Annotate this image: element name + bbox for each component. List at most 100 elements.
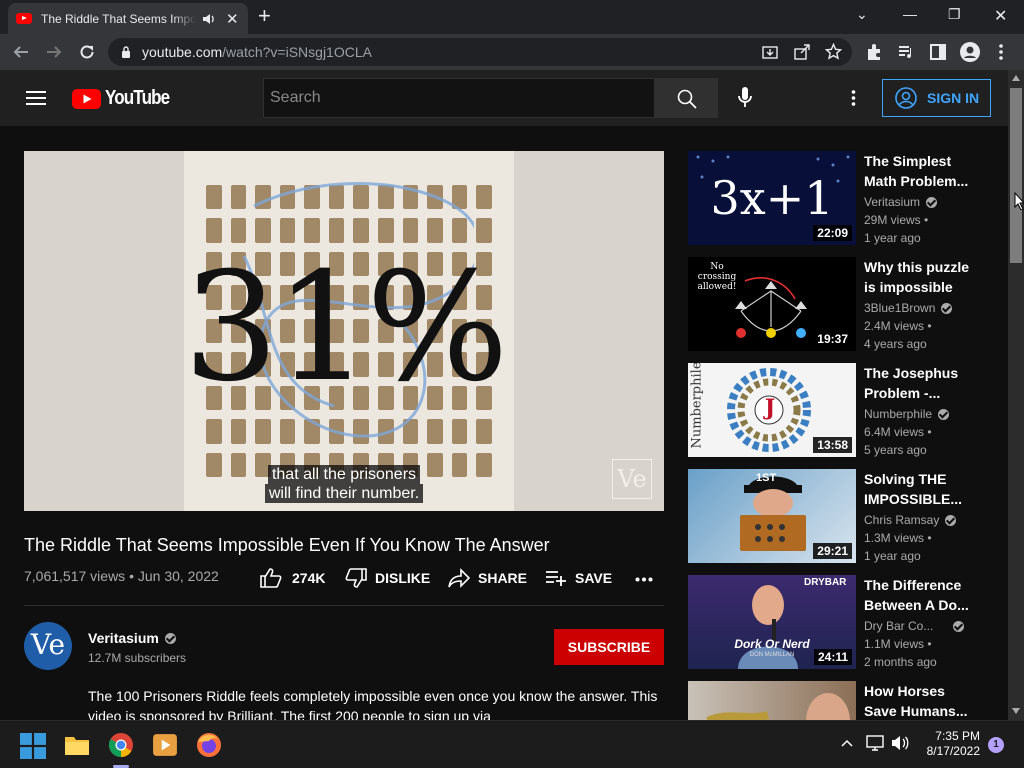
save-button[interactable]: SAVE bbox=[545, 568, 612, 588]
youtube-header: YouTube Search SIGN IN bbox=[0, 70, 1008, 126]
lock-icon[interactable] bbox=[121, 46, 131, 58]
related-video[interactable]: No crossing allowed! 19:37 Why this puzz… bbox=[688, 257, 998, 353]
sign-in-label: SIGN IN bbox=[927, 90, 980, 106]
minimize-button[interactable]: — bbox=[903, 6, 917, 22]
related-video[interactable]: 3x+1 22:09 The Simplest Math Problem... … bbox=[688, 151, 998, 247]
related-age: 4 years ago bbox=[864, 337, 927, 351]
related-channel-name: Veritasium bbox=[864, 195, 921, 209]
restore-button[interactable]: ❐ bbox=[948, 6, 961, 23]
notification-badge[interactable]: 1 bbox=[988, 737, 1004, 753]
related-title: Why this puzzle is impossible bbox=[864, 259, 969, 295]
microphone-icon[interactable] bbox=[737, 86, 753, 110]
page-scrollbar[interactable] bbox=[1008, 70, 1024, 720]
chrome-icon[interactable] bbox=[108, 732, 134, 758]
file-explorer-icon[interactable] bbox=[64, 732, 90, 758]
subscribe-button[interactable]: SUBSCRIBE bbox=[554, 629, 664, 665]
system-clock[interactable]: 7:35 PM 8/17/2022 bbox=[918, 729, 980, 759]
grid-cell bbox=[476, 218, 492, 243]
related-video[interactable]: 1ST 29:21 Solving THE IMPOSSIBLE... Chri… bbox=[688, 469, 998, 565]
related-age: 1 year ago bbox=[864, 549, 921, 563]
thumb-text: Numberphile bbox=[689, 363, 705, 449]
extensions-icon[interactable] bbox=[865, 43, 883, 61]
youtube-logo[interactable]: YouTube bbox=[72, 87, 181, 110]
video-player[interactable]: 31% that all the prisoners will find the… bbox=[24, 151, 664, 511]
mouse-cursor-icon bbox=[1014, 192, 1024, 210]
browser-tab[interactable]: The Riddle That Seems Impossible Even If… bbox=[8, 3, 248, 34]
side-panel-icon[interactable] bbox=[929, 43, 947, 61]
dislike-label: DISLIKE bbox=[375, 570, 431, 586]
related-thumbnail[interactable]: 1ST 29:21 bbox=[688, 469, 856, 563]
channel-watermark[interactable]: Ve bbox=[612, 459, 652, 499]
settings-more-icon[interactable] bbox=[851, 90, 856, 106]
address-bar[interactable]: youtube.com/watch?v=iSNsgj1OCLA bbox=[108, 38, 852, 66]
search-button[interactable] bbox=[655, 78, 718, 118]
show-hidden-icons-icon[interactable] bbox=[841, 739, 853, 747]
youtube-page: YouTube Search SIGN IN 31% that all the … bbox=[0, 70, 1008, 720]
firefox-icon[interactable] bbox=[196, 732, 222, 758]
related-thumbnail[interactable]: DRYBAR Dork Or Nerd DON McMILLAN 24:11 bbox=[688, 575, 856, 669]
channel-name[interactable]: Veritasium bbox=[88, 630, 176, 646]
related-title: How Horses Save Humans... bbox=[864, 683, 968, 719]
back-icon[interactable] bbox=[12, 43, 30, 61]
search-icon bbox=[677, 89, 697, 109]
playlist-add-icon bbox=[546, 571, 566, 586]
share-button[interactable]: SHARE bbox=[448, 568, 527, 588]
youtube-logo-icon bbox=[72, 88, 101, 109]
profile-icon[interactable] bbox=[960, 42, 980, 62]
grid-cell bbox=[476, 185, 492, 210]
related-age: 5 years ago bbox=[864, 443, 927, 457]
related-title: Solving THE IMPOSSIBLE... bbox=[864, 471, 963, 507]
forward-icon[interactable] bbox=[45, 43, 63, 61]
related-thumbnail[interactable] bbox=[688, 681, 856, 720]
related-age: 2 months ago bbox=[864, 655, 937, 669]
install-icon[interactable] bbox=[762, 44, 778, 60]
scrollbar-thumb[interactable] bbox=[1010, 88, 1022, 263]
save-label: SAVE bbox=[575, 570, 613, 586]
caption-line-1: that all the prisoners bbox=[267, 465, 421, 484]
dislike-button[interactable]: DISLIKE bbox=[345, 568, 430, 588]
related-thumbnail[interactable]: No crossing allowed! 19:37 bbox=[688, 257, 856, 351]
video-description: The 100 Prisoners Riddle feels completel… bbox=[88, 688, 658, 720]
related-channel: Chris Ramsay bbox=[864, 513, 957, 527]
reload-icon[interactable] bbox=[78, 43, 96, 61]
related-title: The Difference Between A Do... bbox=[864, 577, 969, 613]
related-video[interactable]: How Horses Save Humans... bbox=[688, 681, 998, 720]
related-channel: Dry Bar Co... bbox=[864, 619, 965, 633]
related-channel: Numberphile bbox=[864, 407, 950, 421]
volume-icon[interactable] bbox=[891, 735, 909, 751]
related-video[interactable]: Numberphile J 13:58 The Josephus Problem… bbox=[688, 363, 998, 459]
related-views: 29M views • bbox=[864, 213, 929, 227]
network-icon[interactable] bbox=[866, 735, 884, 751]
scroll-up-icon[interactable] bbox=[1012, 75, 1020, 81]
caption-line-2: will find their number. bbox=[264, 484, 424, 503]
new-tab-button[interactable]: + bbox=[258, 5, 271, 27]
thumbs-down-icon bbox=[345, 568, 367, 588]
tab-search-icon[interactable]: ⌄ bbox=[856, 6, 868, 23]
more-actions-icon[interactable] bbox=[635, 577, 653, 582]
sign-in-button[interactable]: SIGN IN bbox=[882, 79, 991, 117]
related-video[interactable]: DRYBAR Dork Or Nerd DON McMILLAN 24:11 T… bbox=[688, 575, 998, 671]
close-window-button[interactable]: ✕ bbox=[994, 6, 1007, 26]
windows-taskbar: 7:35 PM 8/17/2022 1 bbox=[0, 720, 1024, 768]
divider bbox=[24, 605, 664, 606]
related-thumbnail[interactable]: 3x+1 22:09 bbox=[688, 151, 856, 245]
like-button[interactable]: 274K bbox=[260, 568, 325, 588]
media-control-icon[interactable] bbox=[897, 43, 915, 61]
thumbs-up-icon bbox=[260, 568, 282, 588]
chrome-menu-icon[interactable] bbox=[998, 43, 1004, 61]
clock-date: 8/17/2022 bbox=[926, 744, 980, 758]
share-page-icon[interactable] bbox=[794, 44, 810, 60]
hamburger-menu-icon[interactable] bbox=[26, 90, 46, 106]
speaker-icon[interactable] bbox=[202, 13, 216, 25]
bookmark-star-icon[interactable] bbox=[825, 43, 842, 60]
logo-text: YouTube bbox=[105, 87, 170, 109]
thumb-brand: DRYBAR bbox=[804, 577, 847, 588]
search-input[interactable]: Search bbox=[263, 78, 655, 118]
windows-start-icon[interactable] bbox=[20, 733, 46, 759]
verified-check-icon bbox=[945, 514, 957, 526]
channel-avatar[interactable]: Ve bbox=[24, 622, 72, 670]
tab-close-icon[interactable]: ✕ bbox=[226, 10, 239, 28]
media-player-icon[interactable] bbox=[152, 732, 178, 758]
related-thumbnail[interactable]: Numberphile J 13:58 bbox=[688, 363, 856, 457]
scroll-down-icon[interactable] bbox=[1012, 708, 1020, 714]
